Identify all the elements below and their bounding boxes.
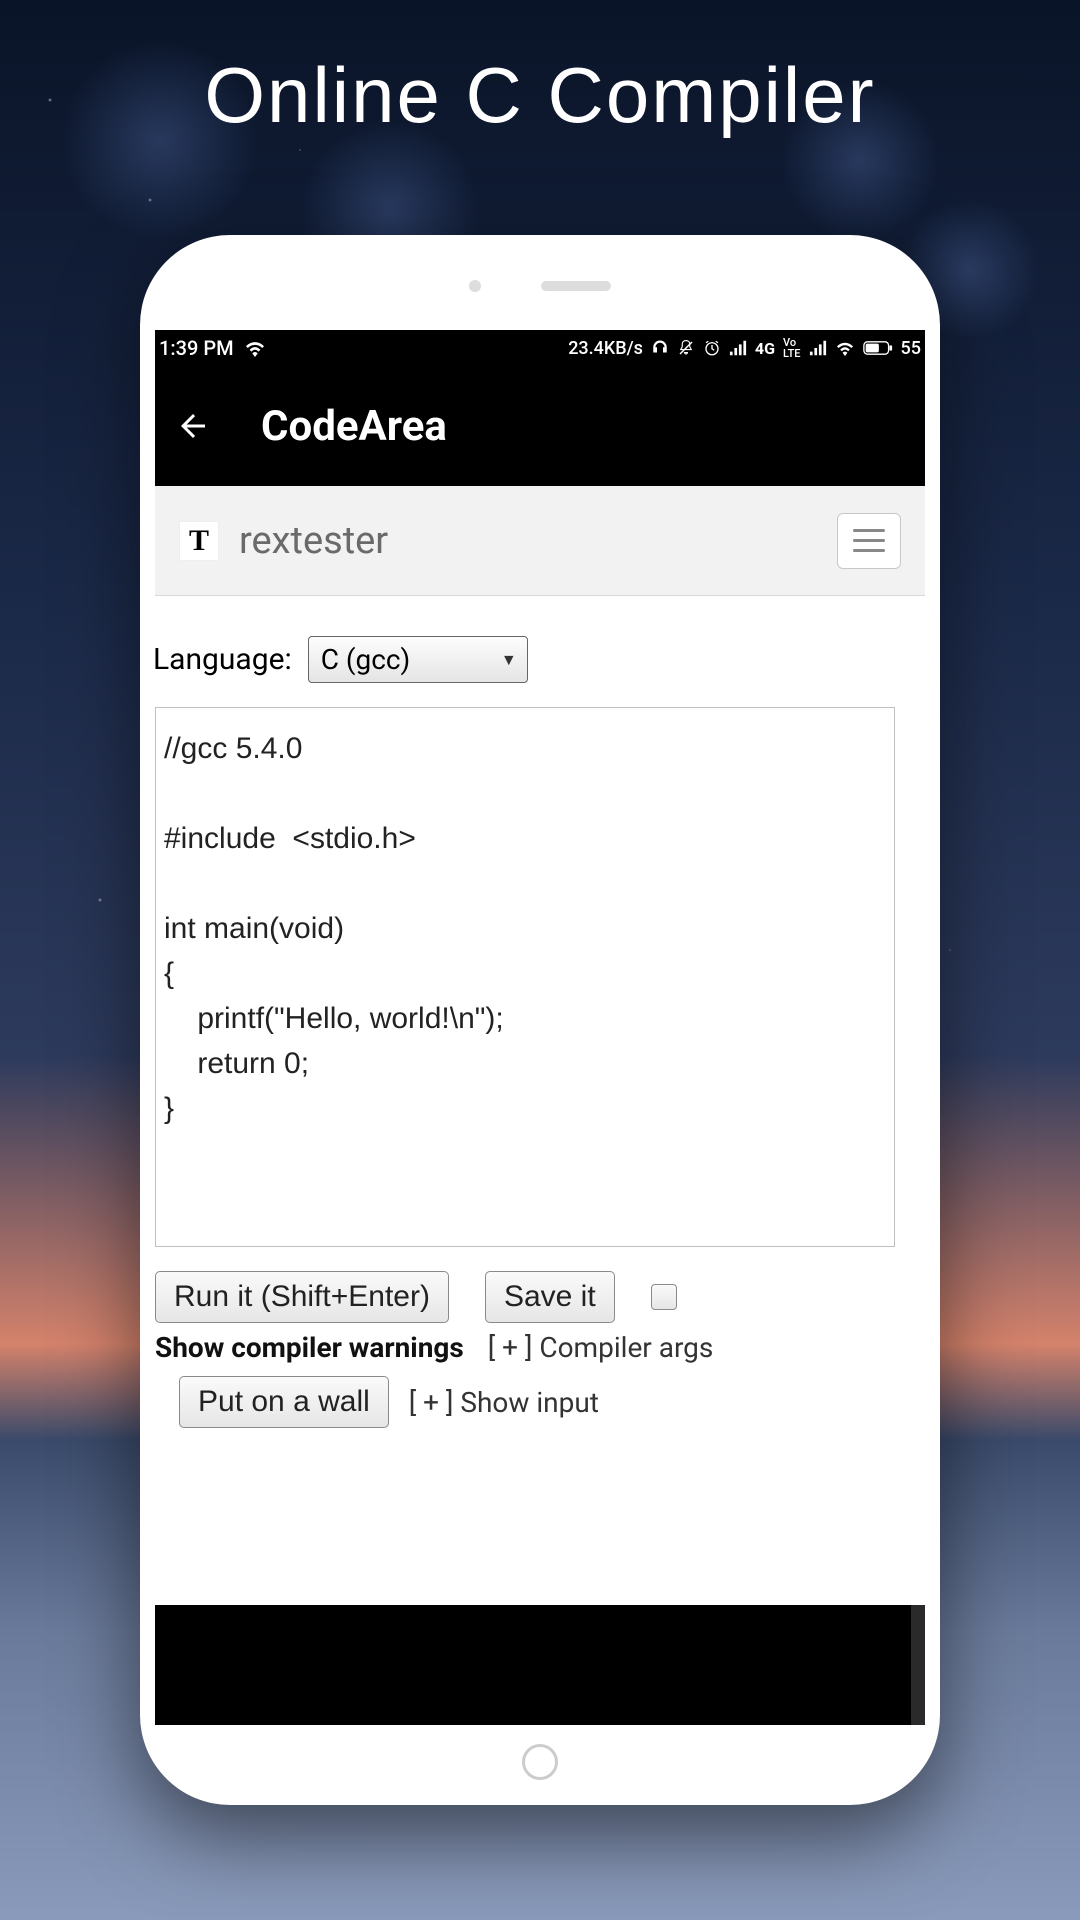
signal-icon-2 (809, 340, 827, 356)
hamburger-menu-button[interactable] (837, 513, 901, 569)
site-logo[interactable]: T (179, 521, 219, 561)
back-arrow-icon[interactable] (175, 408, 211, 444)
status-battery-text: 55 (901, 338, 921, 359)
mute-icon (677, 339, 695, 357)
site-bar: T rextester (155, 486, 925, 596)
phone-notch (469, 280, 611, 292)
site-name[interactable]: rextester (239, 519, 388, 563)
language-selected-value: C (gcc) (321, 643, 411, 676)
warnings-checkbox[interactable] (651, 1284, 677, 1310)
alarm-icon (703, 339, 721, 357)
app-title: CodeArea (261, 402, 447, 451)
language-select[interactable]: C (gcc) (308, 636, 528, 683)
language-label: Language: (155, 642, 292, 677)
android-status-bar: 1:39 PM 23.4KB/s 4G (155, 330, 925, 366)
ad-banner-area (155, 1605, 925, 1725)
status-time: 1:39 PM (159, 336, 234, 360)
save-button[interactable]: Save it (485, 1271, 615, 1323)
compiler-args-toggle[interactable]: [ + ] Compiler args (488, 1331, 714, 1364)
put-on-wall-button[interactable]: Put on a wall (179, 1376, 389, 1428)
app-bar: CodeArea (155, 366, 925, 486)
status-data-rate: 23.4KB/s (568, 338, 643, 359)
status-network: 4G (755, 339, 775, 358)
phone-frame: 1:39 PM 23.4KB/s 4G (140, 235, 940, 1805)
headphones-icon (651, 339, 669, 357)
wifi-icon (244, 339, 266, 357)
wifi-icon-2 (835, 340, 855, 356)
home-indicator (522, 1744, 558, 1780)
code-editor[interactable]: //gcc 5.4.0 #include <stdio.h> int main(… (155, 707, 895, 1247)
page-heading: Online C Compiler (0, 50, 1080, 141)
signal-icon (729, 340, 747, 356)
status-volte: VoLTE (783, 337, 801, 359)
show-input-toggle[interactable]: [ + ] Show input (409, 1386, 599, 1419)
phone-screen: 1:39 PM 23.4KB/s 4G (155, 330, 925, 1725)
compiler-content: Language: C (gcc) //gcc 5.4.0 #include <… (155, 596, 925, 1434)
run-button[interactable]: Run it (Shift+Enter) (155, 1271, 449, 1323)
show-compiler-warnings-link[interactable]: Show compiler warnings (155, 1331, 464, 1364)
battery-icon (863, 340, 893, 356)
